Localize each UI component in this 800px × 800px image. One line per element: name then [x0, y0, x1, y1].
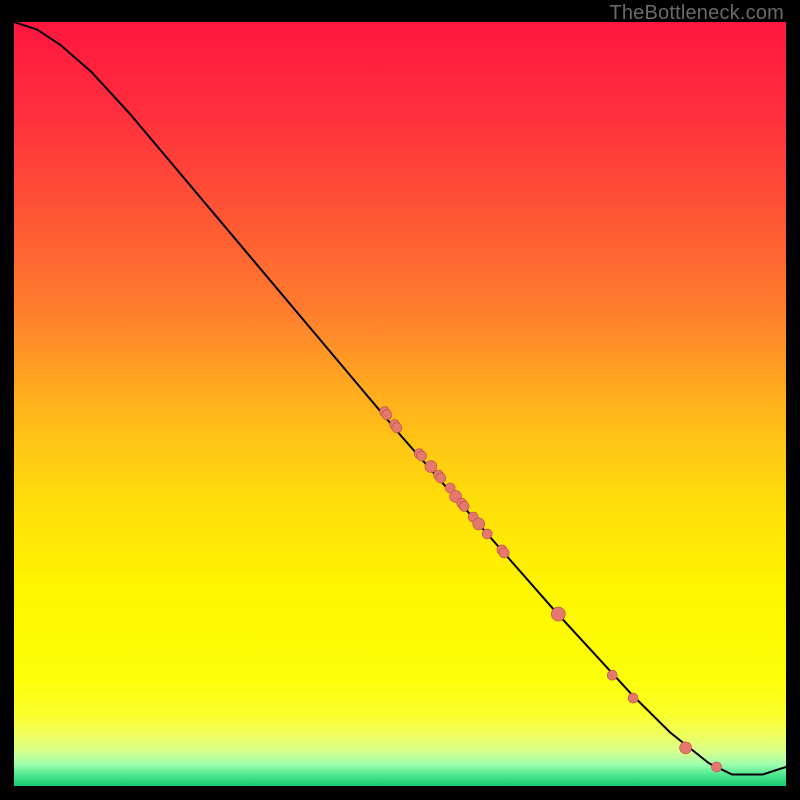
data-point	[712, 762, 722, 772]
chart-overlay	[14, 22, 786, 786]
data-point	[382, 410, 392, 420]
data-points	[380, 407, 722, 772]
plot-area	[14, 22, 786, 786]
data-point	[425, 461, 437, 473]
data-point	[436, 473, 446, 483]
bottleneck-curve	[14, 22, 786, 775]
data-point	[473, 518, 485, 530]
chart-frame: TheBottleneck.com	[0, 0, 800, 800]
data-point	[459, 501, 469, 511]
data-point	[392, 423, 402, 433]
data-point	[680, 742, 692, 754]
data-point	[499, 548, 509, 558]
data-point	[482, 529, 492, 539]
data-point	[417, 451, 427, 461]
data-point	[607, 670, 617, 680]
data-point	[628, 693, 638, 703]
data-point	[551, 607, 565, 621]
